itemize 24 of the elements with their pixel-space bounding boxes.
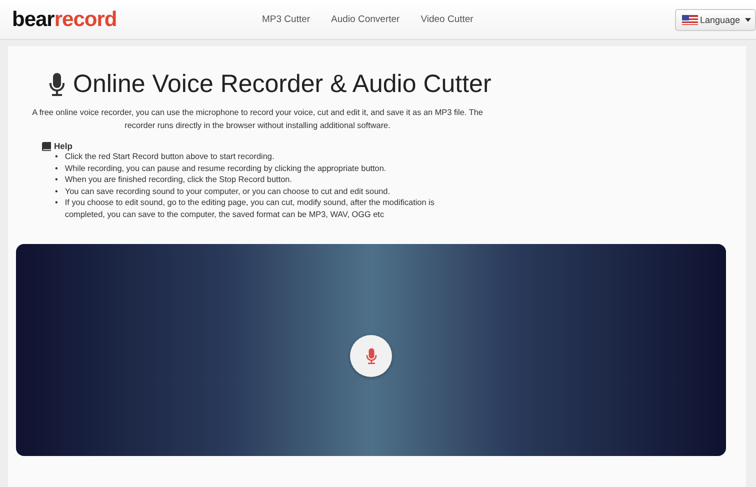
help-item: While recording, you can pause and resume recording by clicking the appropriate button. (64, 162, 386, 174)
nav-link[interactable]: Audio Converter (331, 14, 400, 25)
bullet: • (55, 174, 58, 186)
help-item: You can save recording sound to your computer, or you can choose to cut and edit sound. (64, 186, 390, 197)
microphone-icon (49, 72, 65, 96)
bullet: • (55, 186, 58, 197)
help-item: When you are finished recording, click the Stop Record button. (64, 174, 292, 186)
language-button[interactable]: Language (674, 8, 756, 30)
help-item: Click the red Start Record button above to start recording. (64, 151, 274, 162)
logo[interactable]: bearrecord (12, 8, 262, 32)
page-title: Online Voice Recorder & Audio Cutter (73, 70, 492, 99)
book-icon (42, 142, 51, 150)
record-button[interactable] (350, 335, 392, 377)
flag-icon (682, 14, 698, 24)
bullet: • (55, 162, 58, 174)
bullet: • (55, 151, 58, 162)
help-heading: Help (54, 141, 72, 151)
nav-link[interactable]: Video Cutter (420, 14, 474, 25)
help-item: If you choose to edit sound, go to the editing page, you can cut, modify sound, after the modification is completed, you can save to the computer, the saved format can be MP3, WAV, OGG etc (64, 197, 436, 220)
bullet: • (55, 197, 58, 209)
microphone-icon (366, 348, 376, 364)
caret-icon (745, 18, 751, 22)
description: A free online voice recorder, you can use the microphone to record your voice, cut and edit it, and save it as an MP3 file. The recorder runs directly in the browser without installing additional software. (31, 107, 484, 132)
nav-link[interactable]: MP3 Cutter (262, 14, 310, 25)
